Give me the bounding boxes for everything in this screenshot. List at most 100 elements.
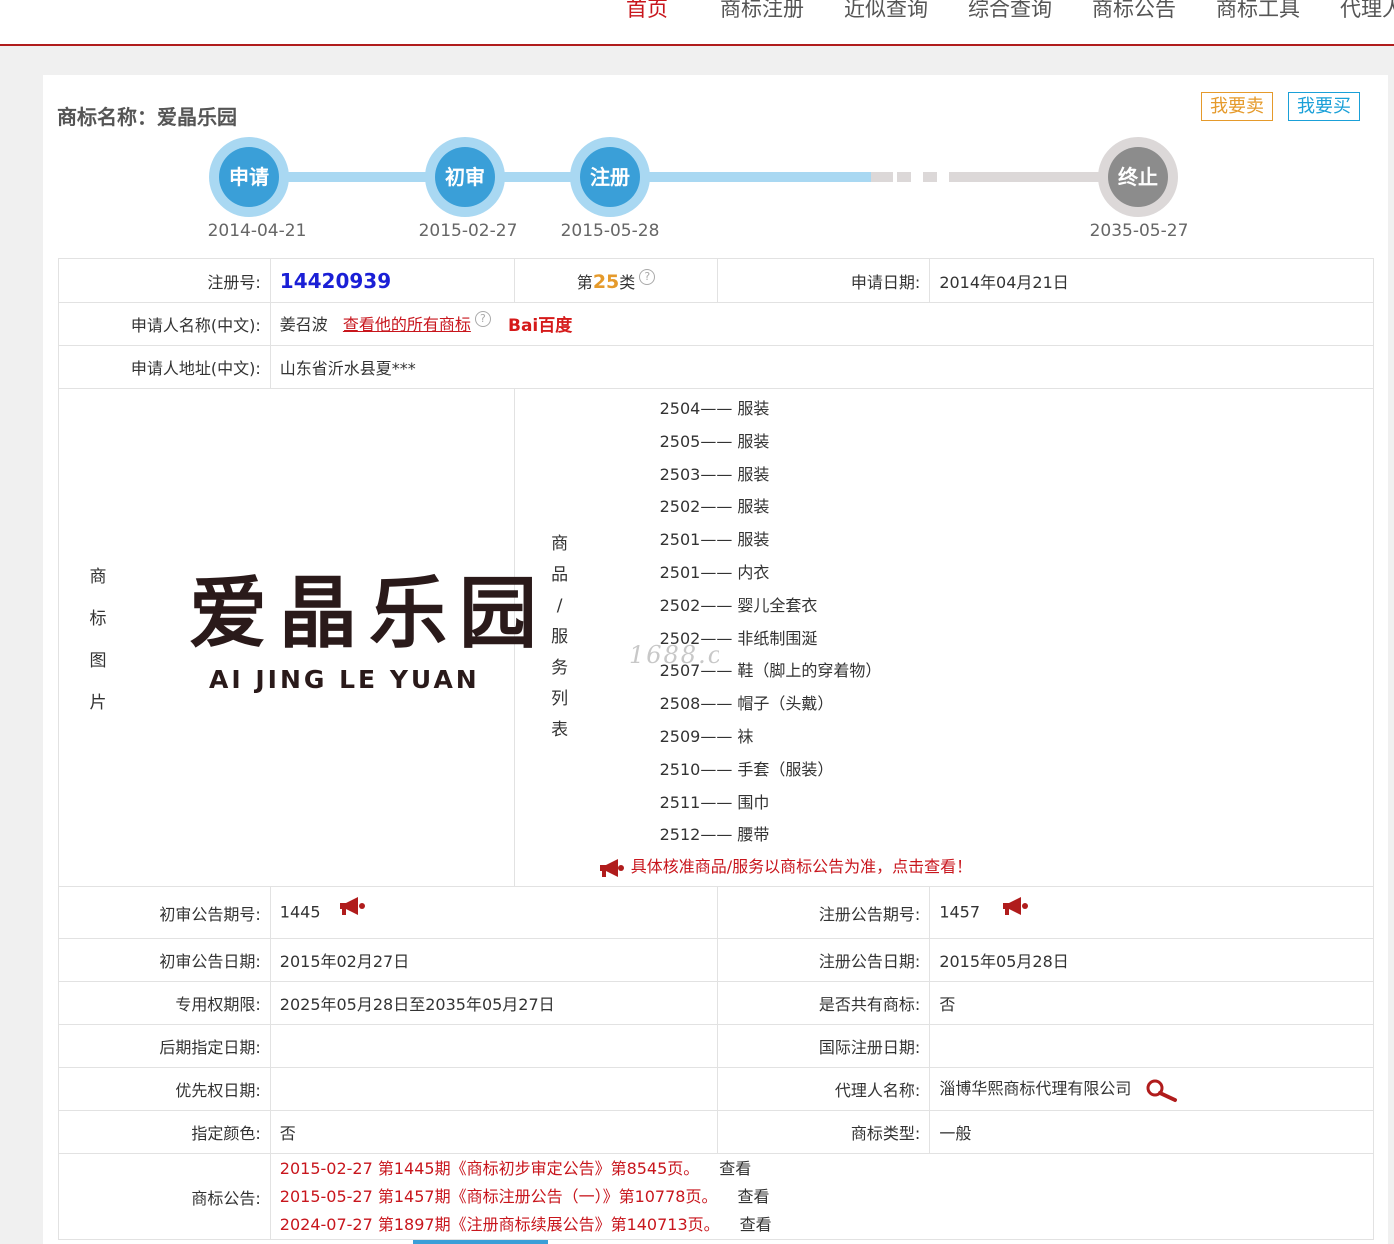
service-item: 2507—— 鞋（脚上的穿着物） [659,661,882,681]
nav-general-search[interactable]: 综合查询 [968,0,1052,24]
service-item: 2511—— 围巾 [659,792,770,812]
later-date-value [269,1024,719,1068]
service-item: 2502—— 服装 [659,497,770,517]
service-item: 2512—— 腰带 [659,825,770,845]
shared-value: 否 [929,981,1374,1025]
timeline-gap-dot [897,172,911,182]
buy-button[interactable]: 我要买 [1288,92,1360,121]
priority-date-value [269,1067,719,1111]
prelim-date-label: 初审公告日期: [58,938,271,982]
logo-en-text: AI JING LE YUAN [209,665,480,694]
service-list-label: 商 品 / 服 务 列 表 [551,534,569,740]
reg-date-value: 2015年05月28日 [929,938,1374,982]
address-value: 山东省沂水县夏*** [269,345,1375,389]
notice-label: 商标公告: [58,1153,271,1240]
exclusive-value: 2025年05月28日至2035年05月27日 [269,981,719,1025]
applicant-value: 姜召波 [279,314,328,334]
megaphone-icon [599,858,624,877]
intl-date-value [929,1024,1374,1068]
priority-date-label: 优先权日期: [58,1067,271,1111]
timeline-track-active [249,172,871,182]
view-notice-link[interactable]: 查看 [740,1215,772,1234]
trademark-image-area: 商 标 图 片 爱晶乐园 AI JING LE YUAN 1688.com [59,390,720,886]
view-notice-link[interactable]: 查看 [719,1159,751,1178]
reg-no-value: 14420939 [279,268,392,293]
type-value: 一般 [929,1110,1374,1154]
exclusive-label: 专用权期限: [58,981,271,1025]
reg-date-label: 注册公告日期: [717,938,931,982]
later-date-label: 后期指定日期: [58,1024,271,1068]
notice-list: 2015-02-27 第1445期《商标初步审定公告》第8545页。 查看 201… [269,1153,1375,1240]
reg-no-label: 注册号: [58,258,271,303]
help-icon[interactable]: ? [474,310,491,327]
timeline-node-register: 注册 [570,137,650,217]
megaphone-icon[interactable] [338,896,368,918]
reg-issue-label: 注册公告期号: [717,886,931,939]
nav-tm-register[interactable]: 商标注册 [720,0,804,24]
class-suffix: 类 [619,272,636,292]
apply-date-label: 申请日期: [717,258,931,303]
scroll-indicator [413,1240,548,1244]
service-note-link[interactable]: 具体核准商品/服务以商标公告为准，点击查看！ [515,853,1373,878]
service-item: 2509—— 袜 [659,726,754,746]
service-list: 2504—— 服装 2505—— 服装 2503—— 服装 2502—— 服装 … [515,389,1373,852]
search-icon[interactable] [1144,1077,1178,1103]
nav-similar-search[interactable]: 近似查询 [844,0,928,24]
timeline-date-apply: 2014-04-21 [207,221,307,241]
apply-date-value: 2014年04月21日 [929,258,1374,303]
timeline-gap-dot [871,172,893,182]
color-label: 指定颜色: [58,1110,271,1154]
nav-home[interactable]: 首页 [626,0,668,24]
service-item: 2508—— 帽子（头戴） [659,694,834,714]
service-item: 2501—— 服装 [659,530,770,550]
sell-button[interactable]: 我要卖 [1201,92,1273,121]
trademark-image-label: 商 标 图 片 [89,566,107,713]
notice-item: 2015-05-27 第1457期《商标注册公告（一）》第10778页。 查看 [279,1186,770,1206]
agent-value: 淄博华熙商标代理有限公司 [939,1079,1132,1099]
nav-agent[interactable]: 代理人 [1340,0,1394,24]
help-icon[interactable]: ? [639,268,656,285]
notice-item: 2024-07-27 第1897期《注册商标续展公告》第140713页。 查看 [279,1214,772,1234]
trademark-title: 商标名称：爱晶乐园 [57,105,237,129]
timeline-track-future [949,172,1109,182]
timeline-node-prelim: 初审 [425,137,505,217]
type-label: 商标类型: [717,1110,931,1154]
timeline-date-end: 2035-05-27 [1089,221,1189,241]
timeline-gap-dot [923,172,937,182]
view-all-trademarks-link[interactable]: 查看他的所有商标 [343,315,471,334]
logo-cn-text: 爱晶乐园 [189,568,549,659]
trademark-detail-card: 商标名称：爱晶乐园 我要卖 我要买 申请 初审 注册 终止 2014-04-21… [43,75,1388,1244]
applicant-label: 申请人名称(中文): [58,302,271,346]
service-item: 2504—— 服装 [659,399,770,418]
nav-tm-notice[interactable]: 商标公告 [1092,0,1176,24]
reg-issue-value: 1457 [939,902,981,921]
service-item: 2510—— 手套（服装） [659,759,834,779]
prelim-date-value: 2015年02月27日 [269,938,719,982]
megaphone-icon[interactable] [1001,896,1031,918]
timeline-date-prelim: 2015-02-27 [418,221,518,241]
top-nav-bar: 首页 商标注册 近似查询 综合查询 商标公告 商标工具 代理人 [0,0,1394,46]
service-item: 2502—— 非纸制围涎 [659,628,818,648]
timeline-date-register: 2015-05-28 [560,221,660,241]
nav-tm-tools[interactable]: 商标工具 [1216,0,1300,24]
trademark-info-table: 注册号: 14420939 第25类? 申请日期: 2014年04月21日 申请… [58,258,1375,1240]
class-prefix: 第 [576,272,593,292]
class-number: 25 [592,270,620,293]
service-item: 2505—— 服装 [659,431,770,451]
color-value: 否 [269,1110,719,1154]
notice-item: 2015-02-27 第1445期《商标初步审定公告》第8545页。 查看 [279,1158,752,1178]
service-item: 2501—— 内衣 [659,562,770,582]
intl-date-label: 国际注册日期: [717,1024,931,1068]
timeline-node-end: 终止 [1098,137,1178,217]
prelim-issue-label: 初审公告期号: [58,886,271,939]
baidu-search-link[interactable]: Bai百度 [508,311,572,336]
service-item: 2502—— 婴儿全套衣 [659,595,818,615]
address-label: 申请人地址(中文): [58,345,271,389]
main-nav: 首页 商标注册 近似查询 综合查询 商标公告 商标工具 代理人 [626,0,1394,24]
service-item: 2503—— 服装 [659,464,770,484]
agent-label: 代理人名称: [717,1067,931,1111]
timeline-node-apply: 申请 [209,137,289,217]
prelim-issue-value: 1445 [279,902,321,921]
view-notice-link[interactable]: 查看 [737,1187,769,1206]
shared-label: 是否共有商标: [717,981,931,1025]
